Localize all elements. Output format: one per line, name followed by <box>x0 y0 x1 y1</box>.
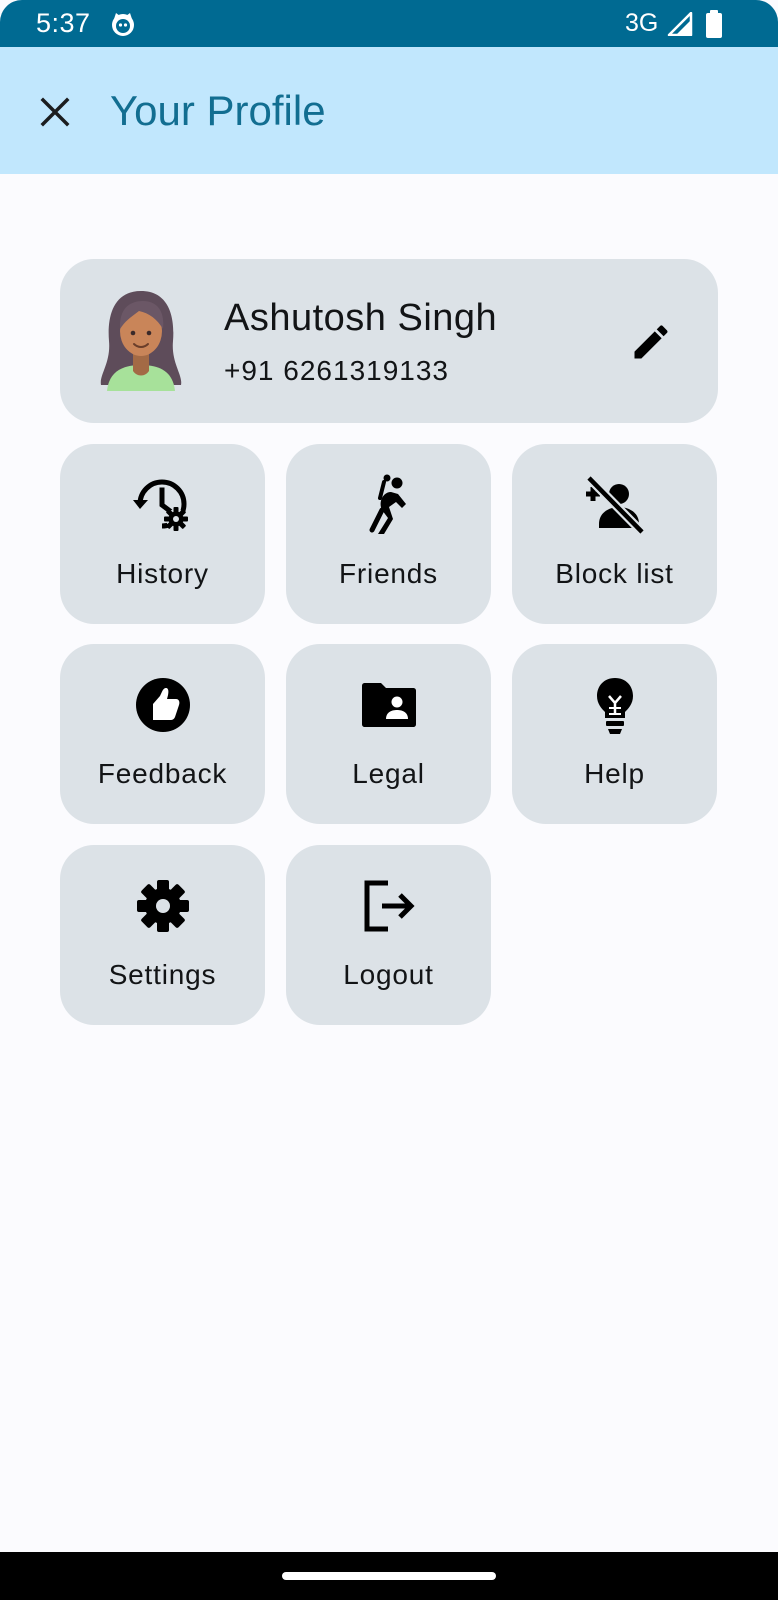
folder-shared-icon <box>362 683 416 727</box>
help-tile[interactable]: Help <box>512 644 717 824</box>
avatar <box>100 291 182 391</box>
app-notification-icon <box>112 13 134 36</box>
page-title: Your Profile <box>110 87 326 134</box>
sports-handball-icon <box>369 474 406 534</box>
profile-name: Ashutosh Singh <box>224 297 498 339</box>
block-list-label: Block list <box>555 558 674 589</box>
person-off-icon <box>585 474 646 536</box>
friends-tile[interactable]: Friends <box>286 444 491 624</box>
feedback-label: Feedback <box>97 758 228 789</box>
settings-label: Settings <box>108 959 217 990</box>
status-time: 5:37 <box>36 8 91 38</box>
top-app-bar: Your Profile <box>0 47 778 174</box>
profile-card[interactable]: Ashutosh Singh +91 6261319133 <box>60 259 718 423</box>
history-tile[interactable]: History <box>60 444 265 624</box>
profile-phone: +91 6261319133 <box>224 355 449 386</box>
feedback-tile[interactable]: Feedback <box>60 644 265 824</box>
status-bar: 5:37 3G <box>0 0 778 47</box>
home-indicator[interactable] <box>282 1572 496 1580</box>
close-icon <box>40 97 70 127</box>
system-navigation-bar <box>0 1552 778 1600</box>
edit-pencil-icon <box>634 325 668 359</box>
help-label: Help <box>584 758 645 789</box>
cellular-signal-icon <box>667 12 693 36</box>
edit-profile-button[interactable] <box>625 316 677 368</box>
thumb-up-circle-icon <box>136 678 190 732</box>
logout-icon <box>364 880 415 932</box>
lightbulb-icon <box>597 678 633 734</box>
settings-tile[interactable]: Settings <box>60 845 265 1025</box>
network-type: 3G <box>625 9 659 37</box>
gear-icon <box>137 880 189 932</box>
close-button[interactable] <box>28 85 82 139</box>
legal-label: Legal <box>352 758 425 789</box>
logout-label: Logout <box>343 959 434 990</box>
battery-icon <box>706 10 722 38</box>
block-list-tile[interactable]: Block list <box>512 444 717 624</box>
friends-label: Friends <box>339 558 438 589</box>
history-settings-icon <box>133 479 188 531</box>
logout-tile[interactable]: Logout <box>286 845 491 1025</box>
history-label: History <box>116 558 209 589</box>
legal-tile[interactable]: Legal <box>286 644 491 824</box>
